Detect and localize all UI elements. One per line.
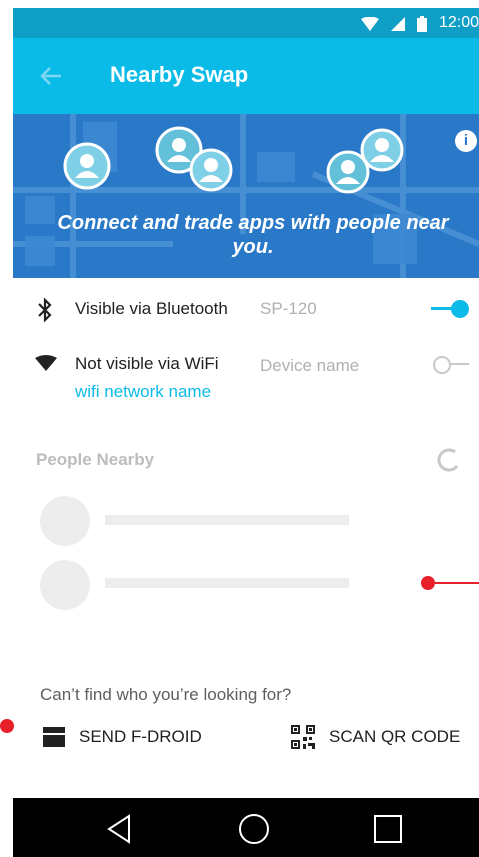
banner-text: Connect and trade apps with people near … [57, 212, 449, 258]
info-icon[interactable]: i [455, 130, 477, 152]
send-fdroid-label: SEND F-DROID [79, 727, 202, 746]
placeholder-avatar [40, 560, 90, 610]
people-nearby-title: People Nearby [36, 450, 155, 469]
scan-qr-button[interactable]: SCAN QR CODE [291, 722, 460, 752]
wifi-icon [35, 355, 57, 371]
placeholder-line [105, 578, 349, 588]
wifi-row: Not visible via WiFi Device name wifi ne… [13, 352, 479, 406]
back-icon[interactable] [103, 812, 137, 846]
wifi-network-name[interactable]: wifi network name [75, 382, 211, 402]
qr-code-icon [291, 725, 315, 749]
status-time: 12:00 [438, 14, 479, 31]
android-icon [43, 727, 65, 747]
placeholder-avatar [40, 496, 90, 546]
placeholder-line [105, 515, 349, 525]
arrow-left-icon[interactable] [37, 62, 65, 90]
help-text: Can’t find who you’re looking for? [40, 685, 292, 704]
page-title: Nearby Swap [110, 62, 249, 87]
bluetooth-label: Visible via Bluetooth [75, 299, 228, 318]
app-bar: Nearby Swap [13, 38, 479, 114]
recents-icon[interactable] [371, 812, 405, 846]
marker-dot [421, 576, 435, 590]
home-icon[interactable] [237, 812, 271, 846]
status-icons [361, 16, 427, 32]
scan-qr-label: SCAN QR CODE [329, 727, 461, 746]
device-name-input[interactable]: Device name [260, 356, 359, 376]
loading-spinner-icon [437, 448, 459, 472]
screen: 12:00 Nearby Swap i Connect and trade ap… [13, 0, 479, 857]
signal-icon [391, 17, 405, 31]
send-fdroid-button[interactable]: SEND F-DROID [43, 722, 202, 752]
wifi-icon [361, 17, 379, 31]
wifi-label: Not visible via WiFi [75, 354, 219, 373]
bluetooth-device-name: SP-120 [260, 299, 317, 318]
wifi-toggle[interactable] [431, 352, 471, 376]
bluetooth-toggle[interactable] [431, 296, 471, 320]
marker-dot [0, 719, 14, 733]
status-bar: 12:00 [13, 8, 479, 38]
bluetooth-icon [38, 298, 52, 322]
navigation-bar [13, 798, 479, 857]
bluetooth-row: Visible via Bluetooth SP-120 [13, 296, 479, 326]
marker-line [428, 582, 479, 584]
battery-icon [417, 16, 427, 32]
banner: i Connect and trade apps with people nea… [13, 114, 479, 278]
